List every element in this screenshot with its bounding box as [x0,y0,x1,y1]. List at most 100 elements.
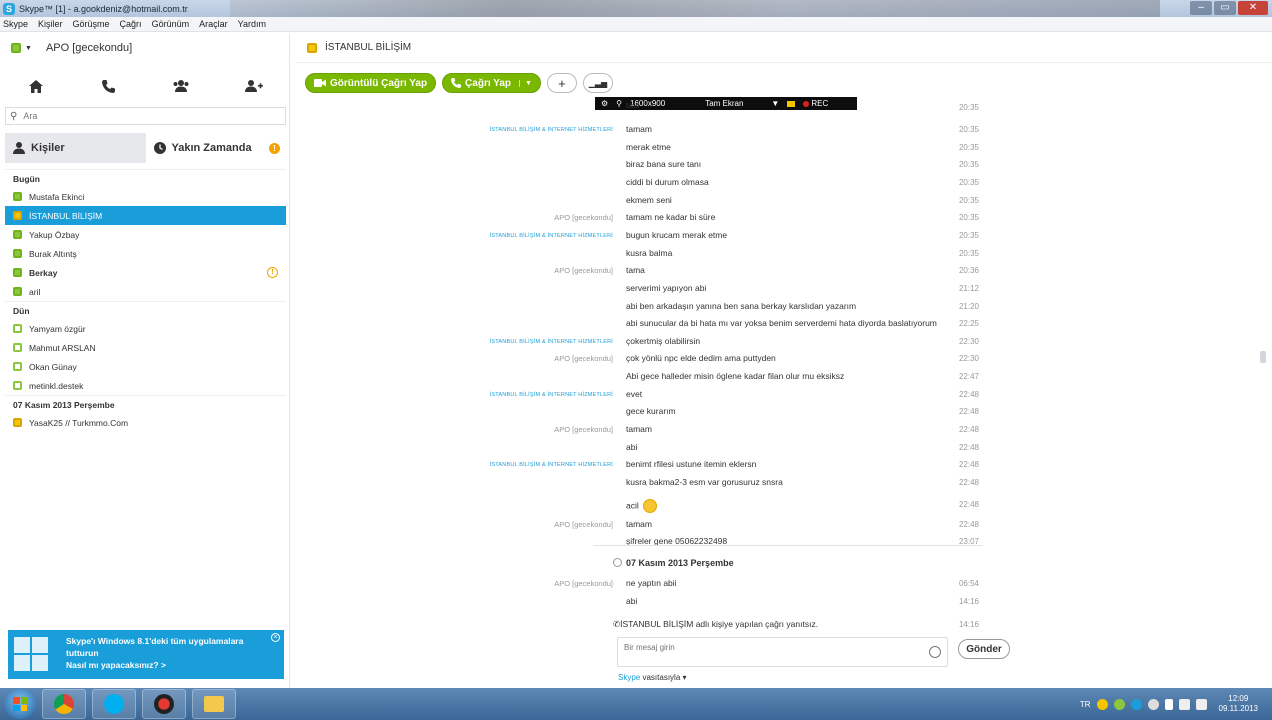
message-text: serverimi yapıyon abi [626,283,707,293]
message-sender[interactable]: APO [gecekondu] [425,520,613,529]
promo-title: Skype'ı Windows 8.1'deki tüm uygulamalar… [66,636,244,658]
tray-network-icon[interactable] [1113,698,1125,710]
menu-skype[interactable]: Skype [3,19,28,29]
promo-banner[interactable]: Skype'ı Windows 8.1'deki tüm uygulamalar… [8,630,284,679]
contact-item-selected[interactable]: İSTANBUL BİLİŞİM [5,206,286,225]
message-sender[interactable]: APO [gecekondu] [425,579,613,588]
taskbar-skype[interactable] [92,689,136,719]
call-note-text: ✆İSTANBUL BİLİŞİM adlı kişiye yapılan ça… [613,619,818,629]
send-button[interactable]: Gönder [958,639,1010,659]
message-scrollbar[interactable] [1260,103,1266,629]
video-call-button[interactable]: Görüntülü Çağrı Yap [305,73,437,93]
maximize-button[interactable]: ▭ [1214,1,1236,15]
message-sender[interactable]: APO [gecekondu] [425,213,613,222]
tray-flag-icon[interactable] [1164,698,1173,710]
search-box[interactable]: ⚲ [5,107,286,125]
tray-app-icon[interactable] [1147,698,1159,710]
call-quality-button[interactable]: ▁▃▅ [582,73,613,93]
menu-call[interactable]: Çağrı [120,19,142,29]
taskbar-chrome[interactable] [42,689,86,719]
tab-recent-label: Yakın Zamanda [171,142,252,154]
contact-item[interactable]: Yakup Özbay [5,225,286,244]
tab-contacts-label: Kişiler [31,142,65,154]
compose-box[interactable] [617,637,948,667]
scrollbar-thumb[interactable] [1260,351,1266,363]
tray-info-icon[interactable] [1130,698,1142,710]
message-row: İSTANBUL BİLİŞİM & İNTERNET HİZMETLERİ be… [295,456,995,474]
home-icon[interactable] [21,74,51,98]
contact-name: Yamyam özgür [29,323,86,334]
conversation-title[interactable]: İSTANBUL BİLİŞİM [325,42,411,53]
message-sender[interactable]: APO [gecekondu] [425,266,613,275]
message-sender[interactable]: İSTANBUL BİLİŞİM & İNTERNET HİZMETLERİ [425,462,613,468]
profile-bar[interactable]: ▼ APO [gecekondu] [0,33,290,63]
call-button[interactable]: Çağrı Yap ▼ [442,73,541,93]
profile-name[interactable]: APO [gecekondu] [46,42,132,54]
phone-icon[interactable] [94,74,124,98]
message-time: 22:48 [958,443,979,452]
contact-item[interactable]: Burak Altıntş [5,244,286,263]
language-indicator[interactable]: TR [1080,700,1091,709]
message-row: APO [gecekondu] çok yönlü npc elde dedim … [295,350,995,368]
message-row: İSTANBUL BİLİŞİM & İNTERNET HİZMETLERİ ev… [295,386,995,404]
message-row: acil 22:48 [295,496,995,514]
emoticon-picker-icon[interactable] [929,646,941,658]
message-sender[interactable]: APO [gecekondu] [425,354,613,363]
status-online-icon[interactable] [11,43,21,53]
message-row: gece kurarım 22:48 [295,403,995,421]
contact-item[interactable]: YasaK25 // Turkmmo.Com [5,413,286,432]
chrome-icon [54,694,74,714]
message-sender[interactable]: İSTANBUL BİLİŞİM & İNTERNET HİZMETLERİ [425,392,613,398]
menu-conversation[interactable]: Görüşme [73,19,110,29]
contact-item[interactable]: Berkay! [5,263,286,282]
send-via-selector[interactable]: Skype vasıtasıyla ▾ [618,673,687,682]
clock-icon [153,142,166,154]
menu-tools[interactable]: Araçlar [199,19,228,29]
contact-item[interactable]: Mustafa Ekinci [5,187,286,206]
tray-volume-icon[interactable] [1195,698,1207,710]
call-dropdown-icon[interactable]: ▼ [519,79,532,87]
contact-item[interactable]: Yamyam özgür [5,319,286,338]
taskbar-clock[interactable]: 12:09 09.11.2013 [1219,694,1258,714]
message-row: merak etme 20:35 [295,139,995,157]
close-button[interactable]: ✕ [1238,1,1268,15]
menu-help[interactable]: Yardım [238,19,266,29]
tab-recent[interactable]: Yakın Zamanda ! [146,133,287,163]
start-button[interactable] [4,689,36,719]
minimize-button[interactable]: – [1190,1,1212,15]
contact-item[interactable]: Mahmut ARSLAN [5,338,286,357]
message-sender[interactable]: APO [gecekondu] [425,425,613,434]
contact-item[interactable]: aril [5,282,286,301]
message-row: ciddi bi durum olmasa 20:35 [295,174,995,192]
menu-contacts[interactable]: Kişiler [38,19,63,29]
menu-view[interactable]: Görünüm [152,19,190,29]
contact-item[interactable]: metinkl.destek [5,376,286,395]
taskbar-media[interactable] [142,689,186,719]
add-to-conversation-button[interactable]: + [546,73,577,93]
status-offline-icon [13,324,22,333]
system-tray: TR 12:09 09.11.2013 [1080,688,1272,720]
message-sender[interactable]: İSTANBUL BİLİŞİM & İNTERNET HİZMETLERİ [425,233,613,239]
message-time: 22:48 [958,407,979,416]
message-sender[interactable]: İSTANBUL BİLİŞİM & İNTERNET HİZMETLERİ [425,339,613,345]
tray-skype-icon[interactable] [1096,698,1108,710]
tray-monitor-icon[interactable] [1178,698,1190,710]
contact-item[interactable]: Okan Günay [5,357,286,376]
message-time: 20:35 [958,196,979,205]
promo-close-icon[interactable]: × [271,633,280,642]
send-via-suffix[interactable]: vasıtasıyla ▾ [642,673,686,682]
tab-contacts[interactable]: Kişiler [5,133,146,163]
promo-link[interactable]: Nasıl mı yapacaksınız? > [66,659,276,671]
status-yellow-icon [307,42,317,53]
send-via-service[interactable]: Skype [618,673,640,682]
status-caret-icon[interactable]: ▼ [25,45,32,52]
message-row: APO [gecekondu] tamam 22:48 [295,421,995,439]
message-sender[interactable]: İSTANBUL BİLİŞİM & İNTERNET HİZMETLERİ [425,127,613,133]
message-time: 20:36 [958,266,979,275]
search-input[interactable] [23,111,264,121]
contacts-icon[interactable] [166,74,196,98]
taskbar-explorer[interactable] [192,689,236,719]
message-input[interactable] [624,643,904,652]
message-text: evet [626,389,643,399]
add-contact-icon[interactable] [239,74,269,98]
